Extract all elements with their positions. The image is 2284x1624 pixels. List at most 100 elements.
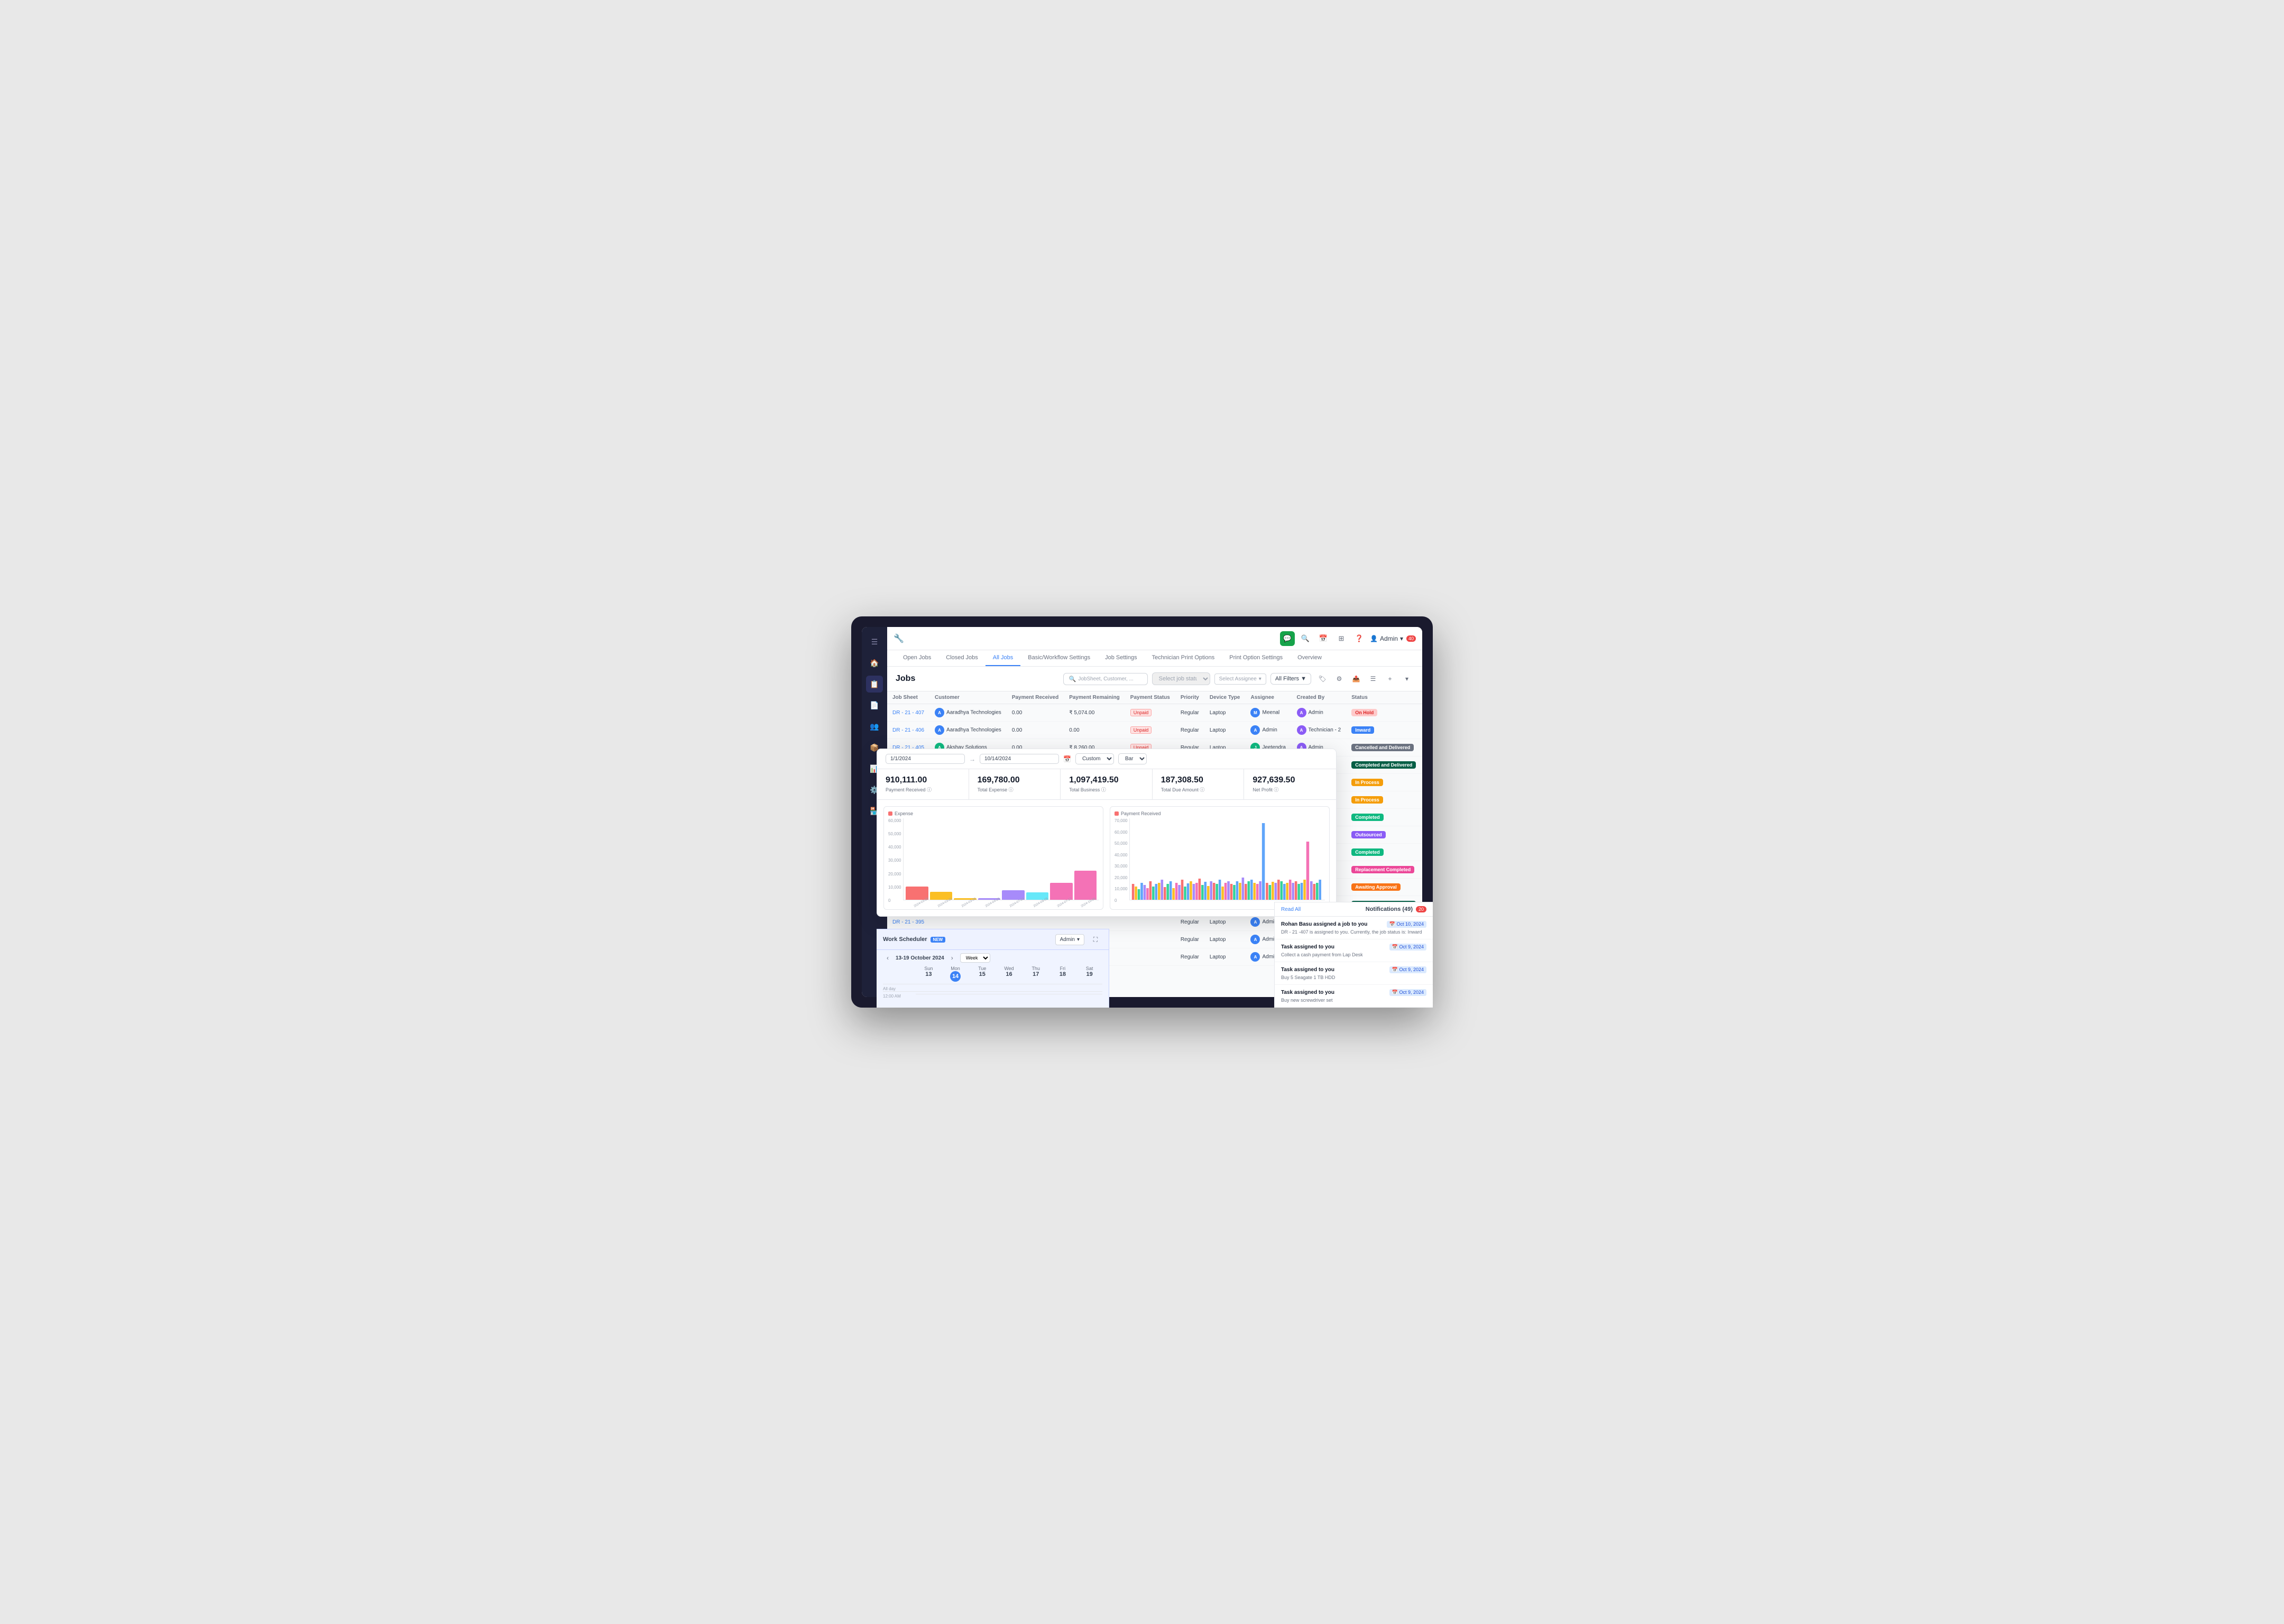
chat-button[interactable]: 💬 (1280, 631, 1295, 646)
sidebar-jobs-icon[interactable]: 📋 (866, 676, 883, 693)
chart-type-select[interactable]: Bar (1118, 753, 1147, 764)
ws-admin-select[interactable]: Admin ▾ (1055, 934, 1084, 945)
metric-label-5: Net Profit ⓘ (1252, 786, 1328, 793)
notif-read-all[interactable]: Read All (1281, 907, 1301, 912)
notif-item-body: DR - 21 -407 is assigned to you. Current… (1281, 929, 1422, 935)
chart-panel-header: → 📅 Custom Bar (877, 749, 1336, 769)
notif-item-date: 📅 Oct 10, 2024 (1387, 921, 1422, 928)
status-select[interactable]: Select job status (1152, 672, 1210, 685)
notification-item[interactable]: Task assigned to you 📅 Oct 9, 2024 Buy n… (1275, 985, 1422, 997)
date-from-input[interactable] (886, 754, 965, 764)
chevron-down-icon: ▾ (1400, 635, 1403, 642)
cell-status: Completed (1346, 844, 1421, 861)
sidebar-home-icon[interactable]: 🏠 (866, 654, 883, 671)
tab-all-jobs[interactable]: All Jobs (986, 650, 1021, 666)
filters-button[interactable]: All Filters ▼ (1270, 673, 1311, 685)
cell-created-by: AAdmin (1292, 704, 1347, 722)
table-row[interactable]: DR - 21 - 407 AAaradhya Technologies 0.0… (887, 704, 1422, 722)
cell-payment-received: 0.00 (1007, 722, 1064, 739)
ws-expand-icon[interactable]: ⛶ (1089, 933, 1102, 946)
status-badge: Inward (1351, 726, 1374, 734)
ws-date-range: 13-19 October 2024 (896, 955, 944, 961)
user-menu[interactable]: 👤 Admin ▾ (1370, 635, 1403, 642)
status-badge: Outsourced (1351, 831, 1386, 838)
tab-overview[interactable]: Overview (1290, 650, 1329, 666)
cell-job-type: No Warranty (1421, 756, 1422, 774)
cell-status: Completed and Delivered (1346, 756, 1421, 774)
cell-priority: Regular (1175, 931, 1204, 948)
sidebar-users-icon[interactable]: 👥 (866, 718, 883, 735)
table-row[interactable]: DR - 21 - 406 AAaradhya Technologies 0.0… (887, 722, 1422, 739)
notif-item-header: Task assigned to you 📅 Oct 9, 2024 (1281, 989, 1422, 996)
notif-item-body: Buy 5 Seagate 1 TB HDD (1281, 975, 1422, 980)
metric-value-1: 910,111.00 (886, 776, 960, 785)
tag-icon[interactable]: 🏷 (1315, 672, 1329, 686)
sidebar-menu-icon[interactable]: ☰ (866, 633, 883, 650)
assignee-avatar: A (1250, 917, 1260, 927)
status-badge: In Process (1351, 796, 1383, 804)
cell-device-type: Laptop (1204, 704, 1246, 722)
customer-avatar: A (935, 725, 944, 735)
list-icon[interactable]: ☰ (1366, 672, 1380, 686)
settings-icon[interactable]: ⚙ (1332, 672, 1346, 686)
search-bar[interactable]: 🔍 JobSheet, Customer, ... (1063, 673, 1148, 685)
cell-status: Outsourced (1346, 826, 1421, 844)
expense-legend-label: Expense (895, 811, 913, 816)
cell-payment-remaining: ₹ 5,074.00 (1064, 704, 1125, 722)
cell-job-type: No Warranty (1421, 704, 1422, 722)
help-button[interactable]: ❓ (1352, 631, 1367, 646)
cell-job-sheet: DR - 21 - 407 (887, 704, 929, 722)
calendar-icon[interactable]: 📅 (1063, 755, 1071, 763)
metric-label-1: Payment Received ⓘ (886, 786, 960, 793)
search-button[interactable]: 🔍 (1298, 631, 1313, 646)
payment-chart: Payment Received 70,000 60,000 50,000 40… (1110, 806, 1330, 910)
tab-print-options[interactable]: Print Option Settings (1222, 650, 1290, 666)
status-badge: In Process (1351, 779, 1383, 786)
cell-job-type: No Warranty (1421, 739, 1422, 756)
ws-next-btn[interactable]: › (947, 953, 957, 963)
date-to-input[interactable] (980, 754, 1059, 764)
assignee-avatar: M (1250, 708, 1260, 717)
tab-tech-print[interactable]: Technician Print Options (1145, 650, 1222, 666)
cell-assignee: AAdmin (1245, 722, 1291, 739)
calendar-button[interactable]: 📅 (1316, 631, 1331, 646)
jobs-header: Jobs 🔍 JobSheet, Customer, ... Select jo… (887, 667, 1422, 691)
add-icon[interactable]: + (1383, 672, 1397, 686)
ws-view-select[interactable]: Week (960, 953, 990, 963)
grid-button[interactable]: ⊞ (1334, 631, 1349, 646)
notif-title: Notifications (49) (1366, 906, 1413, 912)
tab-closed-jobs[interactable]: Closed Jobs (938, 650, 986, 666)
notification-item[interactable]: Task assigned to you 📅 Oct 9, 2024 Colle… (1275, 939, 1422, 962)
topbar-icons: 💬 🔍 📅 ⊞ ❓ 👤 Admin ▾ 40 (1280, 631, 1416, 646)
notification-item[interactable]: Task assigned to you 📅 Oct 9, 2024 Buy 5… (1275, 962, 1422, 985)
assignee-placeholder: Select Assignee (1219, 676, 1257, 682)
notification-badge[interactable]: 40 (1406, 635, 1416, 642)
topbar: 🔧 💬 🔍 📅 ⊞ ❓ 👤 Admin ▾ 40 (887, 627, 1422, 650)
ws-prev-btn[interactable]: ‹ (883, 953, 892, 963)
cell-job-type: No Warranty (1421, 722, 1422, 739)
ws-day-fri: Fri 18 (1050, 966, 1076, 982)
chevron-down-icon[interactable]: ▾ (1400, 672, 1414, 686)
col-job-type: Job Type (1421, 691, 1422, 704)
tab-open-jobs[interactable]: Open Jobs (896, 650, 938, 666)
sidebar-file-icon[interactable]: 📄 (866, 697, 883, 714)
cell-priority: Regular (1175, 704, 1204, 722)
ws-time-row: 12:00 AM (883, 991, 1102, 997)
cell-status: Cancelled and Delivered (1346, 739, 1421, 756)
cell-assignee: MMeenal (1245, 704, 1291, 722)
cell-job-sheet: DR - 21 - 406 (887, 722, 929, 739)
cell-job-type: No Warranty (1421, 861, 1422, 879)
metric-net-profit: 927,639.50 Net Profit ⓘ (1244, 769, 1336, 799)
notif-item-body: Collect a cash payment from Lap Desk (1281, 952, 1422, 957)
export-icon[interactable]: 📤 (1349, 672, 1363, 686)
tab-basic-settings[interactable]: Basic/Workflow Settings (1020, 650, 1098, 666)
jobs-title: Jobs (896, 674, 915, 684)
assignee-selector[interactable]: Select Assignee ▾ (1214, 673, 1266, 685)
col-priority: Priority (1175, 691, 1204, 704)
range-type-select[interactable]: Custom (1075, 753, 1114, 764)
tab-job-settings[interactable]: Job Settings (1098, 650, 1145, 666)
payment-y-axis: 70,000 60,000 50,000 40,000 30,000 20,00… (1115, 818, 1127, 903)
notification-item[interactable]: Rohan Basu assigned a job to you 📅 Oct 1… (1275, 917, 1422, 939)
ws-day-sat: Sat 19 (1076, 966, 1102, 982)
ws-admin-label: Admin (1060, 937, 1075, 943)
